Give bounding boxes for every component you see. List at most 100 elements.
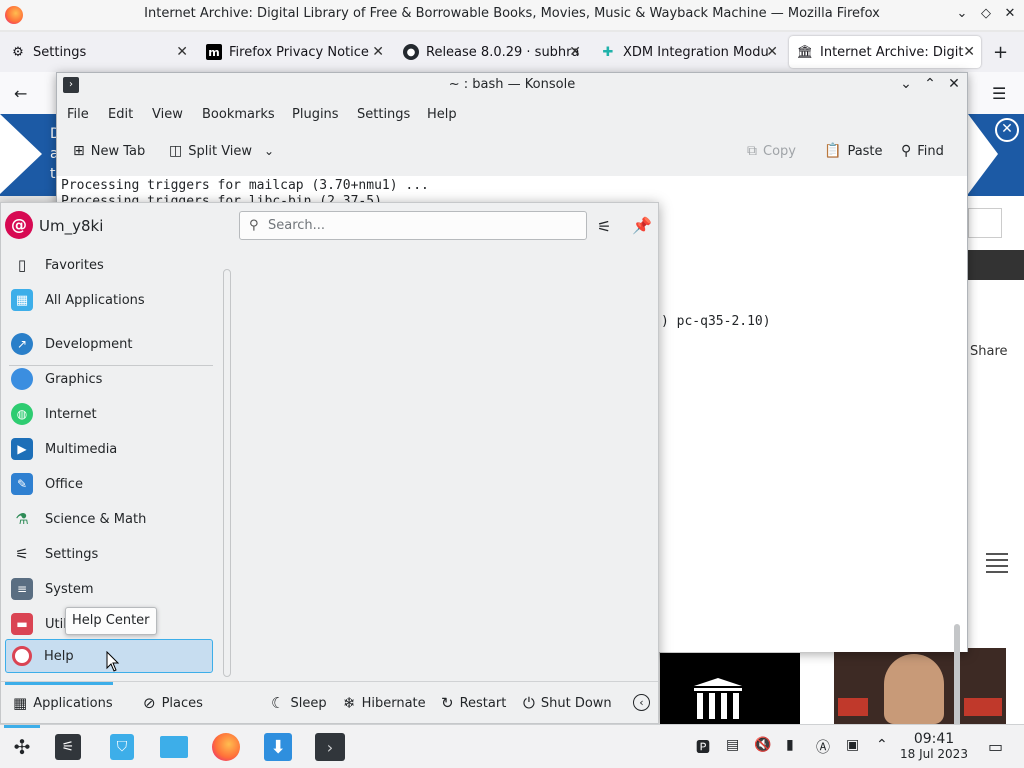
chevron-left-icon: ‹ <box>633 694 650 711</box>
konsole-toolbar: ⊞ New Tab ◫ Split View ⌄ ⧉ Copy 📋 Paste … <box>57 129 967 175</box>
category-office[interactable]: ✎ Office <box>5 468 213 500</box>
filter-icon[interactable]: ⚟ <box>597 217 611 236</box>
menu-settings[interactable]: Settings <box>357 107 410 122</box>
minimize-icon[interactable]: ⌄ <box>953 5 971 23</box>
bookmark-icon: ▯ <box>17 256 27 274</box>
maximize-icon[interactable]: ◇ <box>977 5 995 23</box>
maximize-icon[interactable]: ⌃ <box>921 76 939 92</box>
puzzle-icon: ✚ <box>602 44 614 60</box>
clock-date[interactable]: 18 Jul 2023 <box>896 747 972 761</box>
menu-view[interactable]: View <box>152 107 183 122</box>
category-label: Graphics <box>45 371 103 387</box>
ia-logo-icon <box>694 678 742 719</box>
konsole-title: ~ : bash — Konsole <box>448 77 576 92</box>
close-tab-icon[interactable]: ✕ <box>176 44 188 60</box>
pin-icon[interactable]: 📌 <box>632 216 652 235</box>
keyboard-layout-icon[interactable]: Ⓐ <box>816 737 830 757</box>
close-icon[interactable]: ✕ <box>945 76 963 92</box>
show-desktop-icon[interactable]: ▭ <box>988 737 1003 756</box>
ia-search-input[interactable] <box>968 208 1002 238</box>
copy-button[interactable]: ⧉ Copy <box>747 143 796 159</box>
close-tab-icon[interactable]: ✕ <box>569 44 581 60</box>
shutdown-button[interactable]: ⏻ Shut Down <box>523 694 612 712</box>
list-view-icon[interactable] <box>984 550 1010 576</box>
dolphin-task[interactable] <box>158 731 190 763</box>
category-settings[interactable]: ⚟ Settings <box>5 538 213 570</box>
banner-close-icon[interactable]: ✕ <box>995 118 1019 142</box>
tab-xdm-integration[interactable]: ✚ XDM Integration Modu ✕ <box>592 36 784 68</box>
power-icon: ⏻ <box>523 694 535 712</box>
new-tab-button[interactable]: ⊞ New Tab <box>73 143 145 159</box>
konsole-task[interactable]: › <box>314 731 346 763</box>
search-icon: ⚲ <box>249 218 259 233</box>
split-view-button[interactable]: ◫ Split View ⌄ <box>169 143 274 159</box>
clipboard-icon[interactable]: ▤ <box>726 737 739 753</box>
new-tab-label: New Tab <box>90 143 146 159</box>
category-internet[interactable]: ◍ Internet <box>5 398 213 430</box>
tab-applications[interactable]: ▦ Applications <box>13 694 113 712</box>
device-icon[interactable]: ▮ <box>786 737 794 753</box>
new-tab-button[interactable]: + <box>993 42 1008 63</box>
minimize-icon[interactable]: ⌄ <box>897 76 915 92</box>
chevron-up-icon[interactable]: ⌃ <box>876 737 888 753</box>
category-multimedia[interactable]: ▶ Multimedia <box>5 433 213 465</box>
tab-label: XDM Integration Modu <box>623 44 769 60</box>
more-options-button[interactable]: ‹ <box>633 694 650 711</box>
category-system[interactable]: ≡ System <box>5 573 213 605</box>
category-label: Favorites <box>45 257 104 273</box>
app-launcher-button[interactable]: ✣ <box>6 731 38 763</box>
category-development[interactable]: ↗ Development <box>5 328 213 360</box>
konsole-menubar: File Edit View Bookmarks Plugins Setting… <box>57 101 967 127</box>
tab-internet-archive[interactable]: 🏛 Internet Archive: Digit ✕ <box>789 36 981 68</box>
system-icon: ≡ <box>11 578 33 600</box>
video-prop <box>838 698 868 716</box>
xdm-task[interactable]: ⬇ <box>262 731 294 763</box>
category-label: Multimedia <box>45 441 118 457</box>
hibernate-button[interactable]: ❄ Hibernate <box>343 694 426 712</box>
menu-help[interactable]: Help <box>427 107 457 122</box>
category-scrollbar[interactable] <box>223 269 231 677</box>
menu-plugins[interactable]: Plugins <box>292 107 339 122</box>
mouse-cursor-icon <box>106 651 120 672</box>
restart-button[interactable]: ↻ Restart <box>441 694 506 712</box>
close-tab-icon[interactable]: ✕ <box>372 44 384 60</box>
menu-file[interactable]: File <box>67 107 89 122</box>
menu-icon[interactable]: ☰ <box>992 84 1006 103</box>
shutdown-label: Shut Down <box>540 695 612 711</box>
clipboard-pinned-icon[interactable]: 🅿 <box>696 737 710 757</box>
close-tab-icon[interactable]: ✕ <box>766 44 778 60</box>
konsole-titlebar: › ~ : bash — Konsole ⌄ ⌃ ✕ <box>57 73 967 99</box>
ia-thumbnail-video[interactable] <box>834 648 1006 724</box>
lifebuoy-icon <box>12 646 32 666</box>
find-button[interactable]: ⚲ Find <box>901 143 944 159</box>
share-link[interactable]: Share <box>970 344 1008 359</box>
settings-sliders-icon: ⚟ <box>55 734 81 760</box>
system-settings-task[interactable]: ⚟ <box>52 731 84 763</box>
menu-edit[interactable]: Edit <box>108 107 133 122</box>
office-icon: ✎ <box>11 473 33 495</box>
category-science-math[interactable]: ⚗ Science & Math <box>5 503 213 535</box>
tab-places[interactable]: ⊘ Places <box>143 694 203 712</box>
discover-task[interactable]: ⛉ <box>106 731 138 763</box>
category-graphics[interactable]: Graphics <box>5 363 213 395</box>
tab-github-release[interactable]: ● Release 8.0.29 · subhra ✕ <box>395 36 587 68</box>
volume-muted-icon[interactable]: 🔇 <box>754 737 771 753</box>
chevron-down-icon[interactable]: ⌄ <box>264 144 274 158</box>
category-favorites[interactable]: ▯ Favorites <box>5 249 213 281</box>
close-tab-icon[interactable]: ✕ <box>963 44 975 60</box>
menu-bookmarks[interactable]: Bookmarks <box>202 107 275 122</box>
category-label: All Applications <box>45 292 145 308</box>
username: Um_y8ki <box>39 217 104 235</box>
back-button[interactable]: ← <box>14 84 27 103</box>
paste-button[interactable]: 📋 Paste <box>824 143 883 159</box>
network-icon[interactable]: ▣ <box>846 737 859 753</box>
tab-settings[interactable]: ⚙ Settings ✕ <box>2 36 194 68</box>
category-all-applications[interactable]: ▦ All Applications <box>5 284 213 316</box>
avatar[interactable]: @ <box>5 211 33 239</box>
clock-time[interactable]: 09:41 <box>906 731 962 747</box>
close-icon[interactable]: ✕ <box>1001 5 1019 23</box>
sleep-button[interactable]: ☾ Sleep <box>271 694 327 712</box>
tab-privacy-notice[interactable]: m Firefox Privacy Notice ✕ <box>198 36 390 68</box>
search-input[interactable]: Search... <box>239 211 587 240</box>
firefox-task[interactable] <box>210 731 242 763</box>
